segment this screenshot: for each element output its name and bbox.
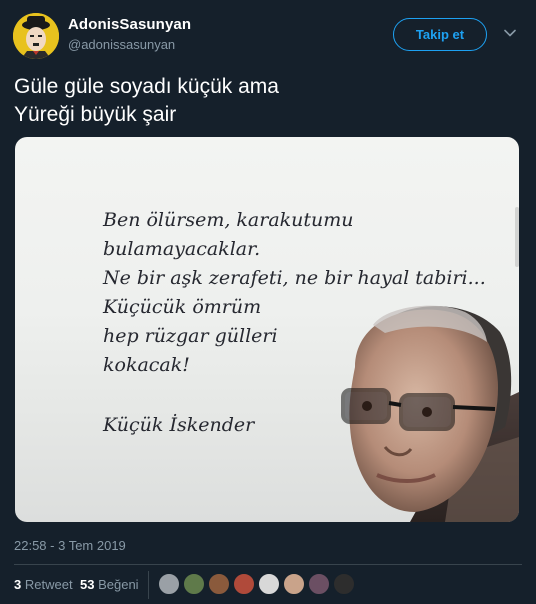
retweet-label: Retweet <box>24 577 73 592</box>
author-handle[interactable]: @adonissasunyan <box>68 37 175 52</box>
retweet-stat[interactable]: 3 Retweet <box>14 577 73 592</box>
like-label: Beğeni <box>98 577 139 592</box>
chevron-down-icon[interactable] <box>503 26 517 40</box>
stats-separator <box>148 571 149 599</box>
liker-avatar[interactable] <box>308 573 330 595</box>
avatar-image <box>13 13 59 59</box>
liker-avatar[interactable] <box>183 573 205 595</box>
liker-avatar[interactable] <box>208 573 230 595</box>
poem-author: Küçük İskender <box>103 414 255 436</box>
retweet-count: 3 <box>14 577 22 592</box>
follow-button[interactable]: Takip et <box>393 18 487 51</box>
liker-avatar[interactable] <box>258 573 280 595</box>
author-display-name[interactable]: AdonisSasunyan <box>68 16 191 33</box>
like-stat[interactable]: 53 Beğeni <box>80 577 139 592</box>
liker-avatar[interactable] <box>333 573 355 595</box>
liker-avatar[interactable] <box>283 573 305 595</box>
tweet-media-image[interactable]: Ben ölürsem, karakutumu bulamayacaklar. … <box>15 137 519 522</box>
image-edge-mark <box>515 207 519 267</box>
portrait-image <box>341 305 519 522</box>
liker-avatar[interactable] <box>233 573 255 595</box>
avatar[interactable] <box>13 13 59 59</box>
like-count: 53 <box>80 577 95 592</box>
tweet-stats: 3 Retweet 53 Beğeni <box>14 565 536 604</box>
tweet-text: Güle güle soyadı küçük ama Yüreği büyük … <box>14 75 279 126</box>
tweet-header: AdonisSasunyan @adonissasunyan Takip et <box>0 0 536 66</box>
liker-avatar[interactable] <box>158 573 180 595</box>
tweet-timestamp[interactable]: 22:58 - 3 Tem 2019 <box>14 538 126 553</box>
